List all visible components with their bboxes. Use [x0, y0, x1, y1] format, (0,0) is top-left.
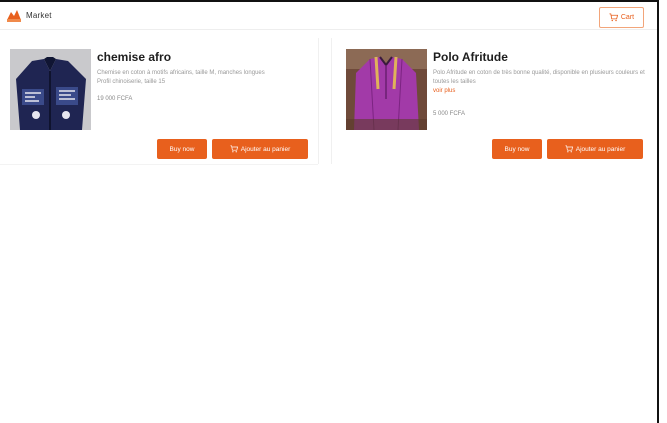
cart-icon — [609, 13, 618, 22]
brand[interactable]: Market — [6, 7, 52, 23]
brand-name: Market — [26, 10, 52, 20]
product-image[interactable] — [10, 49, 91, 130]
window-frame-right — [657, 0, 659, 423]
product-title[interactable]: Polo Afritude — [433, 50, 508, 64]
product-description: Chemise en coton à motifs africains, tai… — [97, 69, 309, 87]
add-to-cart-label: Ajouter au panier — [240, 145, 291, 153]
product-image[interactable] — [346, 49, 427, 130]
buy-now-button[interactable]: Buy now — [492, 139, 542, 159]
product-title[interactable]: chemise afro — [97, 50, 171, 64]
add-to-cart-button[interactable]: Ajouter au panier — [212, 139, 308, 159]
product-description: Polo Afritude en coton de très bonne qua… — [433, 69, 649, 96]
market-logo-icon — [6, 7, 22, 23]
cart-icon — [230, 145, 238, 153]
description-text: Polo Afritude en coton de très bonne qua… — [433, 70, 645, 85]
description-text: Chemise en coton à motifs africains, tai… — [97, 70, 265, 76]
top-navbar: Market Cart — [0, 2, 657, 30]
cart-icon — [565, 145, 573, 153]
product-price: 5 000 FCFA — [433, 111, 466, 117]
product-card: Polo Afritude Polo Afritude en coton de … — [332, 38, 657, 164]
add-to-cart-label: Ajouter au panier — [575, 145, 626, 153]
add-to-cart-button[interactable]: Ajouter au panier — [547, 139, 643, 159]
description-extra: Profil chinoiserie, taille 15 — [97, 79, 166, 85]
product-card: chemise afro Chemise en coton à motifs a… — [0, 38, 318, 164]
cart-button[interactable]: Cart — [599, 7, 644, 28]
read-more-link[interactable]: voir plus — [433, 87, 649, 96]
cart-label: Cart — [620, 14, 635, 21]
buy-now-button[interactable]: Buy now — [157, 139, 207, 159]
product-price: 19 000 FCFA — [97, 96, 133, 102]
